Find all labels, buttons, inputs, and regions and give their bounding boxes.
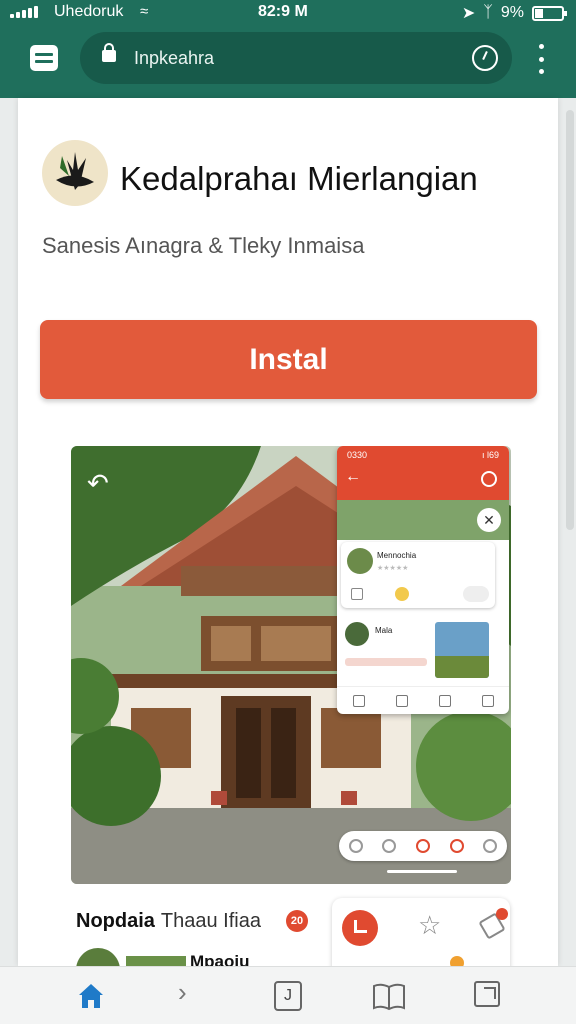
mock-user-name: Mala	[375, 626, 393, 635]
action-icon-3	[415, 839, 430, 853]
status-time: 82:9 M	[258, 3, 308, 20]
book-icon[interactable]	[372, 981, 405, 1011]
url-bar[interactable]: Inpkeahra	[80, 32, 512, 84]
app-listing-card: Kedalprahaı Mierlangian Sanesis Aınagra …	[18, 98, 558, 966]
mock-pill	[463, 586, 489, 602]
section-title: Nopdaia	[76, 910, 155, 932]
tab-switcher-icon[interactable]	[30, 45, 58, 71]
heart-icon	[449, 839, 464, 853]
mock-avatar	[347, 548, 373, 574]
phone-mockup: 0330 ı l69 ← ✕ Mennochia ★★★★★ Mala	[337, 446, 509, 714]
mock-status-left: 0330	[347, 450, 368, 460]
window-icon[interactable]	[474, 981, 500, 1007]
mock-status-right: ı l69	[481, 450, 499, 460]
mock-chat-card: Mennochia ★★★★★	[341, 542, 495, 608]
wifi-icon: ≈	[140, 3, 149, 20]
battery-icon	[532, 5, 567, 21]
carrier-name: Uhedoruk	[54, 3, 124, 20]
status-right: ➤ ᛉ 9%	[461, 3, 567, 23]
mock-nav-bar	[337, 686, 509, 714]
url-text[interactable]: Inpkeahra	[134, 48, 214, 69]
section-subtitle: Thaau Ifiaa	[160, 910, 261, 932]
action-icon-1	[348, 839, 363, 853]
tab-switcher-icon[interactable]: J	[274, 981, 302, 1011]
back-arrow-icon[interactable]: ↶	[87, 468, 109, 499]
preview-action-bar	[339, 831, 507, 861]
lock-icon	[102, 43, 116, 62]
mock-emoji-icon	[395, 587, 409, 601]
mock-square-icon	[351, 588, 363, 600]
mock-avatar-2	[345, 622, 369, 646]
app-subtitle: Sanesis Aınagra & Tleky Inmaisa	[42, 233, 365, 258]
mock-text-line	[345, 658, 427, 666]
kebab-menu-icon[interactable]	[536, 44, 546, 74]
preview-screenshot[interactable]: ↶ 0330 ı l69 ← ✕ Mennochia ★★★★★ Mala	[71, 446, 511, 884]
app-title: Kedalprahaı Mierlangian	[120, 160, 478, 197]
mock-stars-icon: ★★★★★	[377, 565, 409, 572]
bluetooth-icon: ᛉ	[483, 4, 493, 21]
home-icon[interactable]	[76, 981, 106, 1011]
mock-header: 0330 ı l69 ←	[337, 446, 509, 500]
reviewer-avatar	[76, 948, 120, 966]
status-dot	[450, 956, 464, 966]
star-icon[interactable]: ☆	[418, 910, 441, 941]
app-logo	[42, 140, 108, 206]
section-badge: 20	[286, 910, 308, 932]
forward-icon[interactable]: ›	[178, 977, 208, 1007]
signal-bars-icon	[10, 6, 38, 18]
install-button[interactable]: Instal	[40, 320, 537, 399]
notification-dot	[496, 908, 508, 920]
home-indicator	[387, 870, 457, 873]
browser-toolbar: Uhedoruk ≈ 82:9 M ➤ ᛉ 9% Inpkeahra	[0, 0, 576, 98]
mock-search-icon	[481, 471, 497, 487]
reviewer-name: Mpaoiu	[190, 952, 250, 966]
action-icon-5	[483, 839, 498, 853]
bottom-nav: › J	[0, 966, 576, 1024]
quick-actions-panel: ☆	[332, 898, 510, 966]
review-thumbnail	[126, 956, 186, 966]
mock-close-icon: ✕	[477, 508, 501, 532]
mock-photo	[435, 622, 489, 678]
reload-icon[interactable]	[472, 45, 498, 71]
location-arrow-icon: ➤	[461, 5, 476, 22]
mock-chat-name: Mennochia	[377, 551, 417, 560]
action-icon-2	[382, 839, 397, 853]
scrollbar[interactable]	[566, 110, 574, 530]
battery-percent: 9%	[500, 4, 524, 21]
mock-back-icon: ←	[345, 468, 361, 485]
section-heading: Nopdaia Thaau Ifiaa	[76, 910, 261, 933]
status-bar: Uhedoruk ≈ 82:9 M ➤ ᛉ 9%	[0, 0, 576, 26]
check-icon[interactable]	[342, 910, 378, 946]
